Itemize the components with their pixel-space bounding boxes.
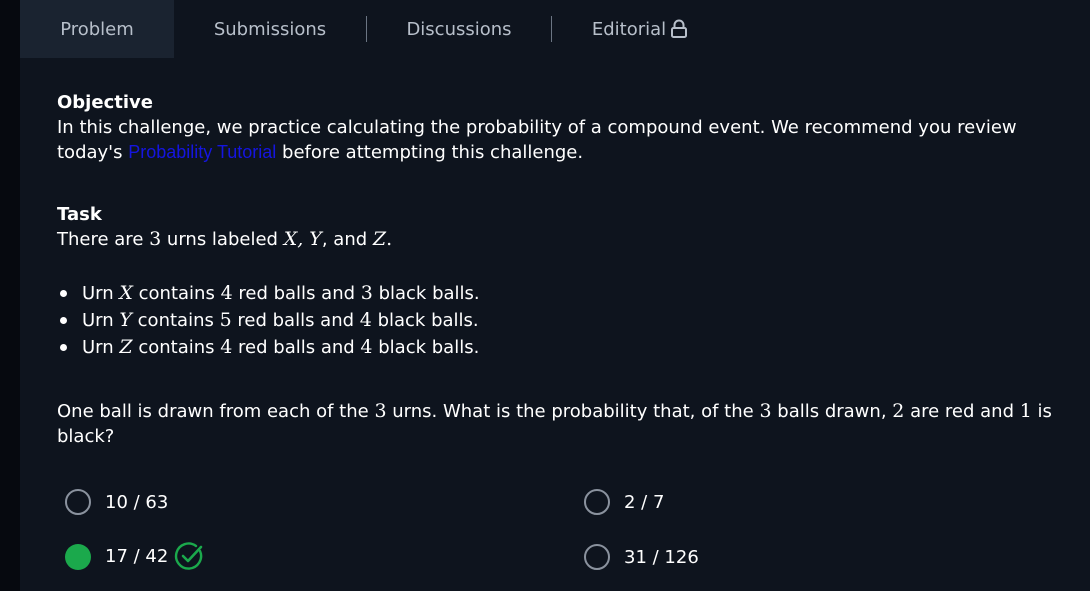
option-17-42[interactable]: 17 / 42 <box>65 541 205 572</box>
tab-problem[interactable]: Problem <box>20 0 174 58</box>
tab-discussions[interactable]: Discussions <box>367 0 551 58</box>
urn-list: Urn X contains 4 red balls and 3 black b… <box>57 280 1082 361</box>
option-label: 17 / 42 <box>105 546 169 567</box>
list-item: Urn Z contains 4 red balls and 4 black b… <box>57 334 1082 361</box>
objective-text: In this challenge, we practice calculati… <box>57 117 1017 163</box>
tab-submissions[interactable]: Submissions <box>174 0 366 58</box>
tab-submissions-label: Submissions <box>213 18 327 40</box>
objective-section: Objective In this challenge, we practice… <box>57 90 1082 165</box>
problem-statement: Objective In this challenge, we practice… <box>57 90 1082 361</box>
task-heading: Task <box>57 204 102 225</box>
radio-button-selected[interactable] <box>65 543 91 570</box>
tab-bar: Problem Submissions Discussions Editoria… <box>20 0 1090 58</box>
radio-button[interactable] <box>584 544 610 570</box>
list-item: Urn Y contains 5 red balls and 4 black b… <box>57 307 1082 334</box>
option-label: 2 / 7 <box>624 491 665 513</box>
left-sidebar-edge <box>0 0 20 591</box>
option-label: 31 / 126 <box>624 546 699 568</box>
objective-heading: Objective <box>57 92 153 113</box>
list-item: Urn X contains 4 red balls and 3 black b… <box>57 280 1082 307</box>
radio-button[interactable] <box>65 489 91 515</box>
option-label: 10 / 63 <box>105 491 169 513</box>
lock-icon <box>671 19 688 38</box>
option-31-126[interactable]: 31 / 126 <box>584 544 699 570</box>
option-10-63[interactable]: 10 / 63 <box>65 489 168 515</box>
task-intro: There are 3 urns labeled X, Y, and Z. <box>57 228 393 250</box>
tab-editorial-label: Editorial <box>591 18 667 40</box>
tab-editorial[interactable]: Editorial <box>552 0 728 58</box>
option-2-7[interactable]: 2 / 7 <box>584 489 664 515</box>
question-text: One ball is drawn from each of the 3 urn… <box>57 400 1052 447</box>
tab-discussions-label: Discussions <box>406 18 512 40</box>
task-section: Task There are 3 urns labeled X, Y, and … <box>57 202 1082 361</box>
tab-problem-label: Problem <box>60 18 134 40</box>
probability-tutorial-link[interactable]: Probability Tutorial <box>128 142 276 162</box>
radio-button[interactable] <box>584 489 610 515</box>
check-circle-icon <box>175 542 203 570</box>
